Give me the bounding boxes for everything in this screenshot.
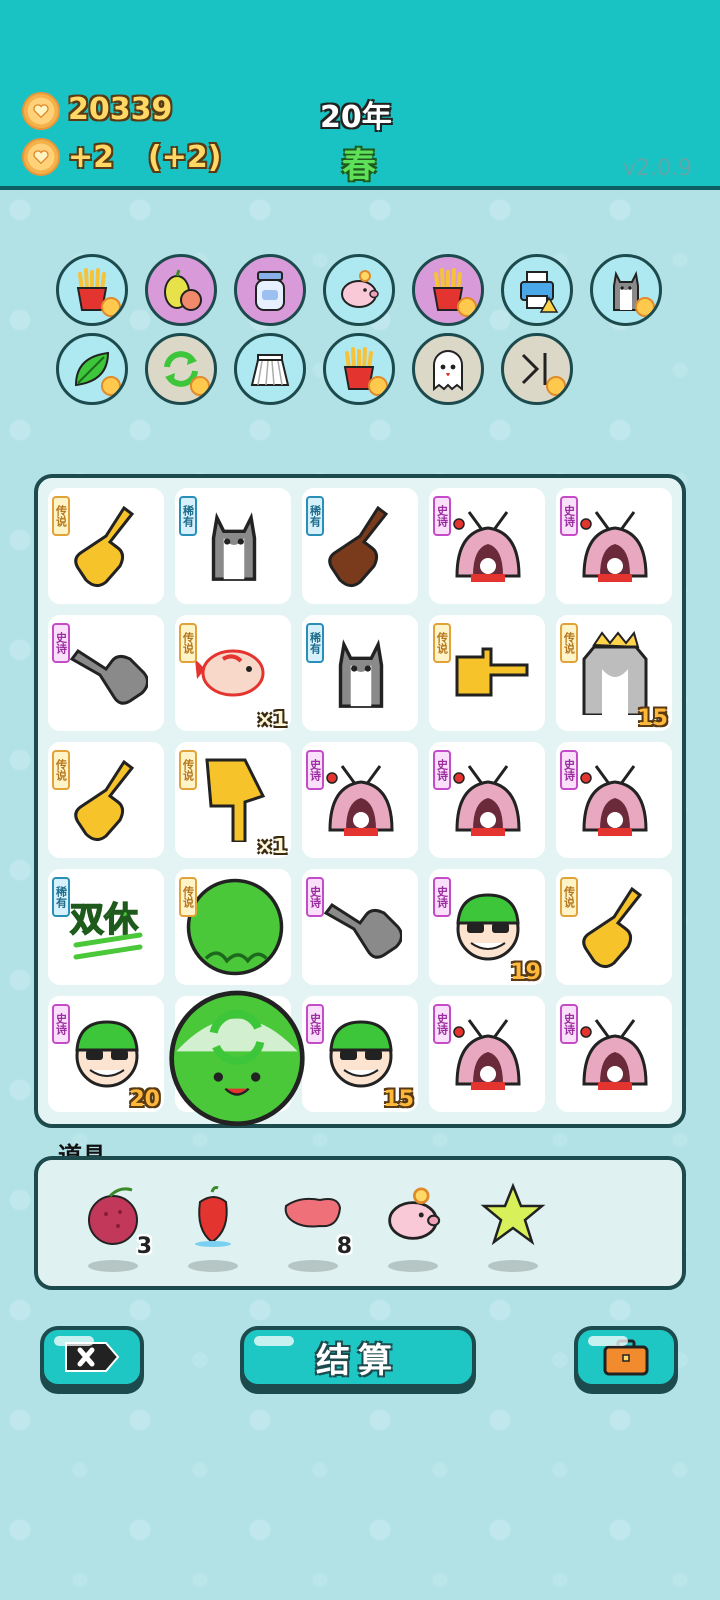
svg-text:双休: 双休: [70, 900, 139, 940]
rarity-tag: 史诗: [433, 750, 451, 790]
board-cell[interactable]: 传说: [48, 488, 164, 604]
income-value: +2: [68, 140, 115, 175]
prop-lychee-icon[interactable]: 3: [74, 1182, 154, 1272]
settle-label: 结算: [316, 1340, 400, 1381]
rarity-tag: 稀有: [52, 877, 70, 917]
rarity-tag: 史诗: [560, 496, 578, 536]
heart-badge-icon: [457, 297, 477, 317]
rarity-tag: 史诗: [306, 1004, 324, 1044]
rarity-tag: 传说: [52, 496, 70, 536]
slot-board: 传说 稀有 稀有 史诗 史诗 史诗 传说 ×1 稀有 传说 传说 15 传说 传说 ×1 史诗 史诗 史诗 双休 稀有…: [34, 474, 686, 1128]
rarity-tag: 史诗: [433, 1004, 451, 1044]
rarity-tag: 史诗: [433, 496, 451, 536]
board-cell[interactable]: 传说: [429, 615, 545, 731]
inventory-button[interactable]: [574, 1326, 678, 1388]
settle-button[interactable]: 结算: [240, 1326, 476, 1388]
board-cell[interactable]: 传说 ×1: [175, 742, 291, 858]
version-label: v2.0.9: [623, 156, 692, 181]
relic-fries-icon[interactable]: [412, 254, 484, 326]
relic-piggy-bank-icon[interactable]: [323, 254, 395, 326]
board-cell[interactable]: 传说 ×1: [175, 615, 291, 731]
relic-jar-icon[interactable]: [234, 254, 306, 326]
heart-badge-icon: [101, 376, 121, 396]
coin-total: 20339: [68, 92, 173, 127]
relic-ghost-icon[interactable]: [412, 333, 484, 405]
relic-fries-icon[interactable]: [323, 333, 395, 405]
board-cell[interactable]: 稀有: [302, 615, 418, 731]
relic-leaf-icon[interactable]: [56, 333, 128, 405]
board-cell[interactable]: 传说: [48, 742, 164, 858]
props-tray: 38: [34, 1156, 686, 1290]
board-cell[interactable]: 史诗: [556, 488, 672, 604]
relic-husky-icon[interactable]: [590, 254, 662, 326]
coin-icon: [22, 92, 60, 130]
income-bonus: (+2): [148, 140, 222, 175]
symbol-counter: 15: [383, 1087, 414, 1112]
rarity-tag: 传说: [179, 877, 197, 917]
board-cell[interactable]: 史诗: [429, 996, 545, 1112]
heart-badge-icon: [190, 376, 210, 396]
board-cell[interactable]: 史诗 20: [48, 996, 164, 1112]
rarity-tag: 传说: [560, 623, 578, 663]
rarity-tag: 史诗: [52, 1004, 70, 1044]
board-cell[interactable]: 传说: [175, 869, 291, 985]
rarity-tag: 史诗: [560, 1004, 578, 1044]
prop-chili-icon[interactable]: [174, 1182, 254, 1272]
board-cell[interactable]: 史诗: [556, 996, 672, 1112]
board-cell[interactable]: 史诗 15: [302, 996, 418, 1112]
remove-button[interactable]: [40, 1326, 144, 1388]
prop-piggy-bank-icon[interactable]: [374, 1182, 454, 1272]
rarity-tag: 传说: [179, 750, 197, 790]
relic-pomelo-icon[interactable]: [145, 254, 217, 326]
prop-count: 3: [136, 1234, 152, 1259]
heart-badge-icon: [546, 376, 566, 396]
board-cell[interactable]: 史诗: [302, 869, 418, 985]
rarity-tag: 史诗: [306, 750, 324, 790]
relic-refresh-icon[interactable]: [145, 333, 217, 405]
board-cell[interactable]: 史诗: [48, 615, 164, 731]
symbol-counter: 15: [637, 706, 668, 731]
prop-count: 8: [336, 1234, 352, 1259]
board-cell[interactable]: 史诗: [556, 742, 672, 858]
multiplier-label: ×1: [256, 707, 287, 731]
symbol-counter: 20: [129, 1087, 160, 1112]
rarity-tag: 史诗: [433, 877, 451, 917]
board-cell[interactable]: 传说: [556, 869, 672, 985]
rarity-tag: 传说: [433, 623, 451, 663]
board-cell[interactable]: 稀有: [175, 488, 291, 604]
relic-skirt-icon[interactable]: [234, 333, 306, 405]
rarity-tag: 史诗: [560, 750, 578, 790]
rarity-tag: 稀有: [306, 623, 324, 663]
board-cell[interactable]: 传说 15: [556, 615, 672, 731]
rarity-tag: 传说: [52, 750, 70, 790]
year-label: 20年: [320, 100, 392, 135]
rarity-tag: 传说: [179, 623, 197, 663]
board-cell[interactable]: 史诗 19: [429, 869, 545, 985]
heart-badge-icon: [635, 297, 655, 317]
income-coin-icon: [22, 138, 60, 176]
rarity-tag: 史诗: [306, 877, 324, 917]
prop-star-icon[interactable]: [474, 1182, 554, 1272]
symbol-counter: 19: [510, 960, 541, 985]
board-cell[interactable]: 稀有: [302, 488, 418, 604]
multiplier-label: ×1: [256, 834, 287, 858]
top-bar: 20339 +2 (+2) 20年 春 v2.0.9: [0, 0, 720, 190]
heart-badge-icon: [101, 297, 121, 317]
prop-liver-icon[interactable]: 8: [274, 1182, 354, 1272]
board-cell[interactable]: 史诗: [429, 488, 545, 604]
relic-fries-icon[interactable]: [56, 254, 128, 326]
rarity-tag: 传说: [560, 877, 578, 917]
board-cell[interactable]: 史诗: [302, 742, 418, 858]
rarity-tag: 稀有: [179, 496, 197, 536]
rarity-tag: 稀有: [306, 496, 324, 536]
rarity-tag: 史诗: [52, 623, 70, 663]
heart-badge-icon: [368, 376, 388, 396]
relic-printer-icon[interactable]: [501, 254, 573, 326]
relic-skip-icon[interactable]: [501, 333, 573, 405]
board-cell[interactable]: 史诗: [429, 742, 545, 858]
board-cell[interactable]: [169, 990, 305, 1126]
board-cell[interactable]: 双休 稀有: [48, 869, 164, 985]
season-label: 春: [342, 146, 376, 186]
